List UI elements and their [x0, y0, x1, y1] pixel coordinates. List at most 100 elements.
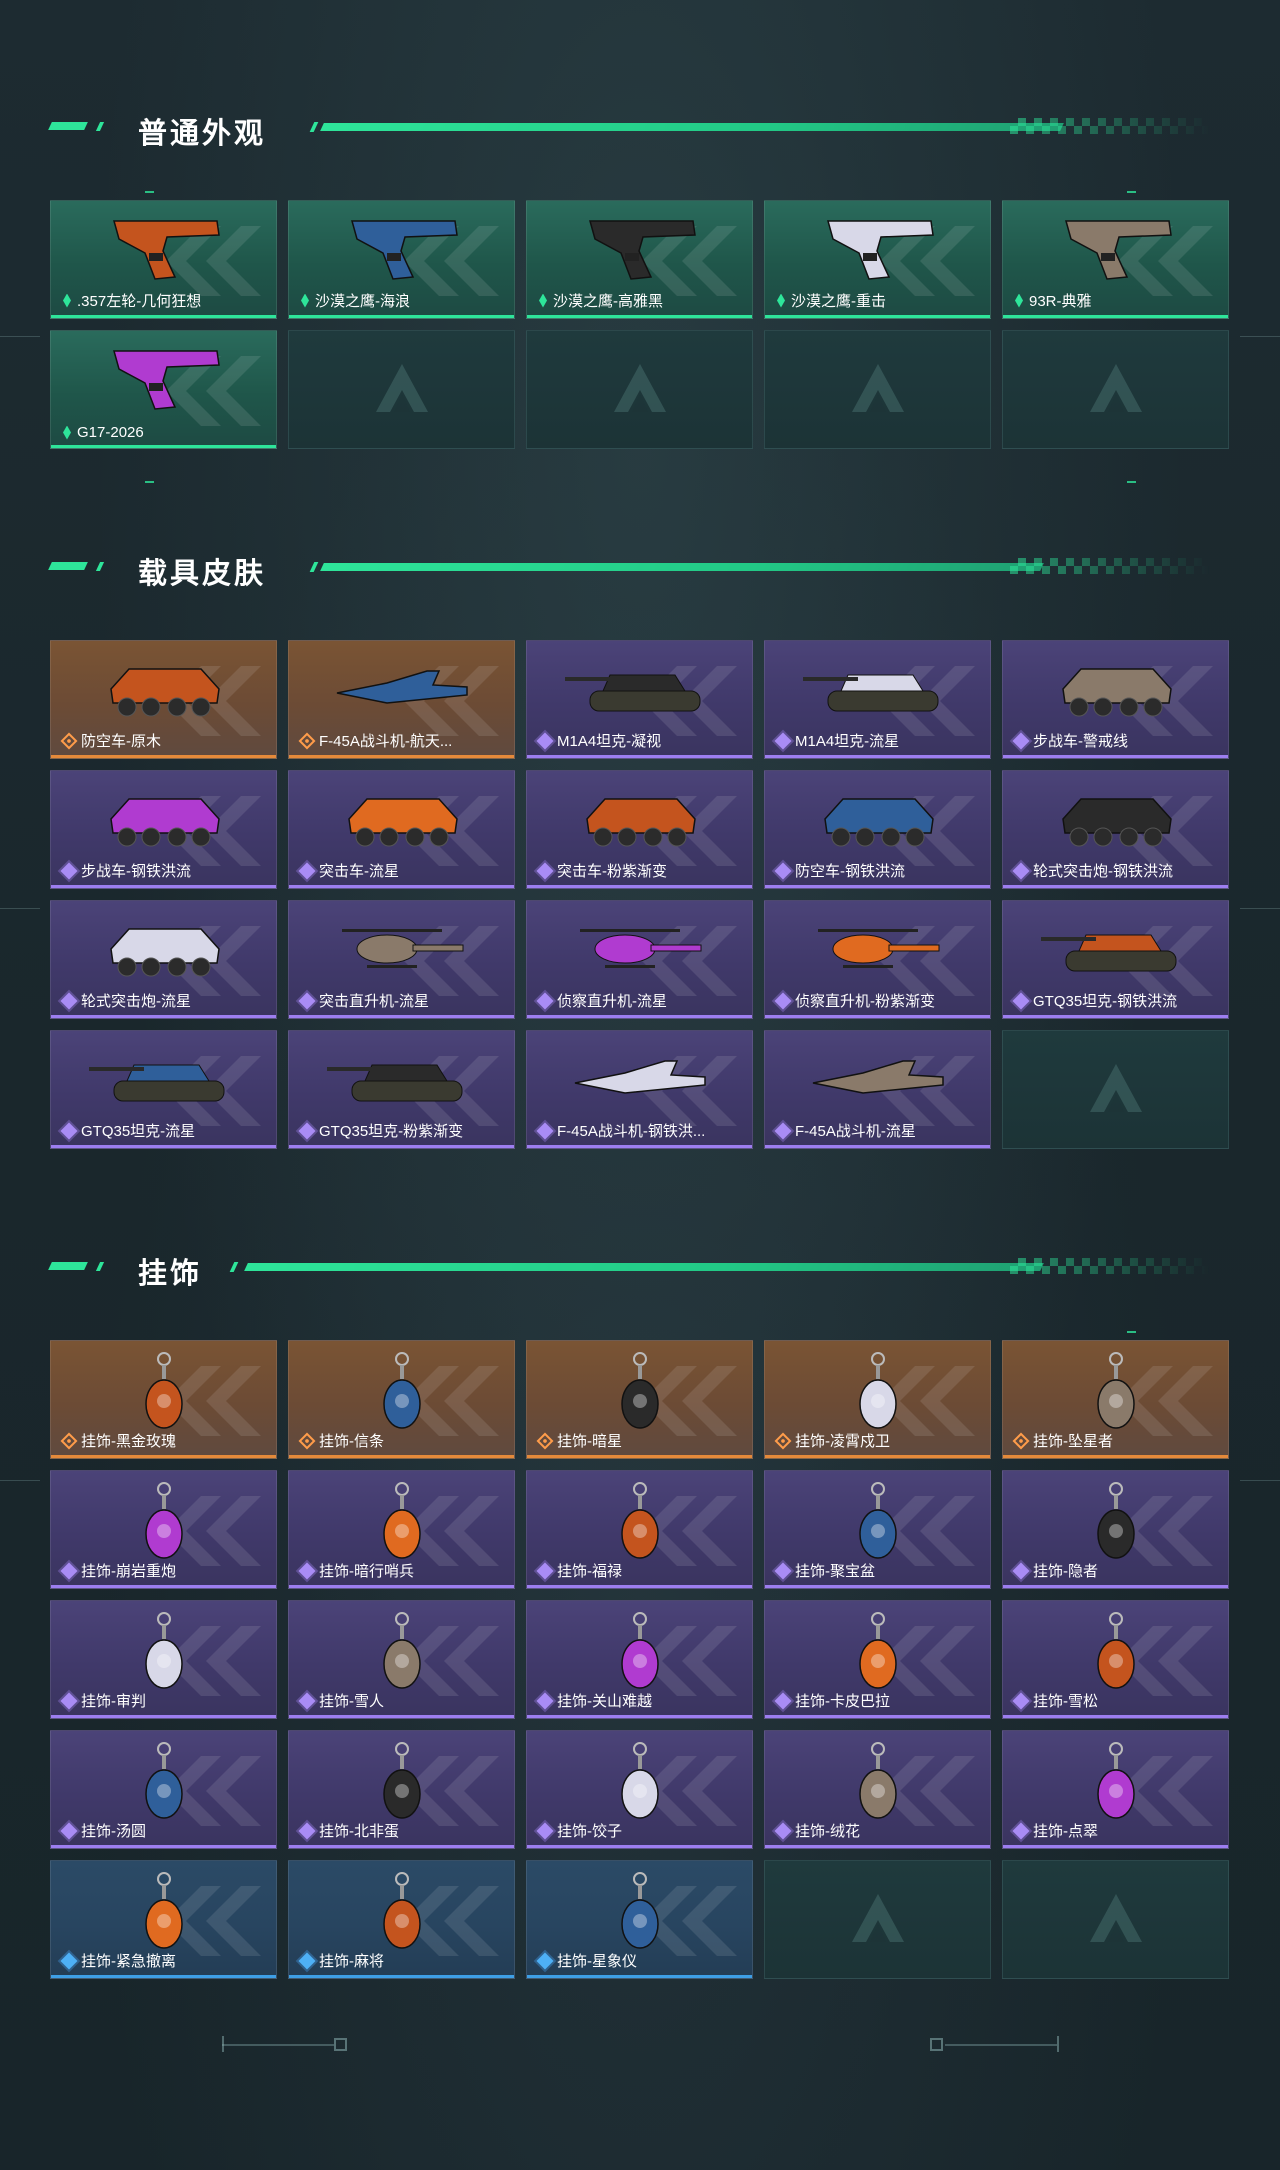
item-card[interactable]: 挂饰-审判 — [50, 1600, 277, 1719]
item-card[interactable]: GTQ35坦克-钢铁洪流 — [1002, 900, 1229, 1019]
item-card[interactable]: 沙漠之鹰-高雅黑 — [526, 200, 753, 319]
item-card[interactable]: 防空车-原木 — [50, 640, 277, 759]
item-card[interactable]: M1A4坦克-凝视 — [526, 640, 753, 759]
item-card[interactable]: 挂饰-饺子 — [526, 1730, 753, 1849]
item-name: 防空车-钢铁洪流 — [795, 863, 905, 880]
item-card[interactable]: 挂饰-麻将 — [288, 1860, 515, 1979]
rarity-gem-icon — [774, 862, 792, 879]
item-label: 挂饰-暗行哨兵 — [298, 1560, 414, 1581]
item-label: 挂饰-信条 — [298, 1430, 384, 1451]
item-card[interactable]: 轮式突击炮-钢铁洪流 — [1002, 770, 1229, 889]
item-card[interactable]: 挂饰-北非蛋 — [288, 1730, 515, 1849]
item-card[interactable]: 挂饰-星象仪 — [526, 1860, 753, 1979]
rarity-gem-icon — [774, 1822, 792, 1839]
item-card[interactable]: 挂饰-暗行哨兵 — [288, 1470, 515, 1589]
item-card[interactable]: F-45A战斗机-流星 — [764, 1030, 991, 1149]
rarity-gem-icon — [536, 1952, 554, 1969]
item-card[interactable]: 挂饰-暗星 — [526, 1340, 753, 1459]
item-label: 挂饰-星象仪 — [536, 1950, 637, 1971]
item-card[interactable]: 挂饰-雪松 — [1002, 1600, 1229, 1719]
jet-icon — [803, 1039, 953, 1119]
item-card[interactable]: F-45A战斗机-航天... — [288, 640, 515, 759]
item-card[interactable]: 侦察直升机-流星 — [526, 900, 753, 1019]
item-card[interactable]: 挂饰-凌霄戍卫 — [764, 1340, 991, 1459]
rarity-gem-icon — [774, 732, 792, 749]
item-name: 突击车-粉紫渐变 — [557, 863, 667, 880]
vehicle-skins-grid: 防空车-原木 F-45A战斗机-航天... M1A4坦克-凝视 M1A4坦克-流星 步战… — [50, 640, 1230, 1149]
rarity-gem-icon — [60, 1692, 78, 1709]
item-label: F-45A战斗机-流星 — [774, 1120, 916, 1141]
item-card[interactable]: 挂饰-卡皮巴拉 — [764, 1600, 991, 1719]
item-card[interactable]: F-45A战斗机-钢铁洪... — [526, 1030, 753, 1149]
item-label: 轮式突击炮-钢铁洪流 — [1012, 860, 1173, 881]
item-label: 步战车-钢铁洪流 — [60, 860, 191, 881]
rarity-gem-icon — [60, 1432, 78, 1449]
rarity-gem-icon — [536, 732, 554, 749]
item-label: 挂饰-聚宝盆 — [774, 1560, 875, 1581]
rarity-gem-icon — [1012, 1692, 1030, 1709]
item-card[interactable]: 挂饰-绒花 — [764, 1730, 991, 1849]
item-card[interactable]: 突击直升机-流星 — [288, 900, 515, 1019]
item-name: 挂饰-雪松 — [1033, 1693, 1098, 1710]
inventory-page: 普通外观 .357左轮-几何狂想 沙漠之鹰-海浪 沙漠之鹰-高雅黑 沙漠之鹰-重击 93… — [0, 0, 1280, 2170]
item-card[interactable]: 挂饰-关山难越 — [526, 1600, 753, 1719]
item-card[interactable]: 挂饰-点翠 — [1002, 1730, 1229, 1849]
game-logo-icon — [1086, 360, 1146, 420]
item-card[interactable]: 突击车-流星 — [288, 770, 515, 889]
item-card[interactable]: 挂饰-信条 — [288, 1340, 515, 1459]
item-name: 挂饰-北非蛋 — [319, 1823, 399, 1840]
item-name: 挂饰-关山难越 — [557, 1693, 652, 1710]
item-card[interactable]: 突击车-粉紫渐变 — [526, 770, 753, 889]
rarity-gem-icon — [774, 1562, 792, 1579]
item-card[interactable]: 挂饰-福禄 — [526, 1470, 753, 1589]
item-label: 挂饰-紧急撤离 — [60, 1950, 176, 1971]
item-card[interactable]: GTQ35坦克-粉紫渐变 — [288, 1030, 515, 1149]
item-name: 挂饰-凌霄戍卫 — [795, 1433, 890, 1450]
item-name: 轮式突击炮-钢铁洪流 — [1033, 863, 1173, 880]
item-card[interactable]: 挂饰-汤圆 — [50, 1730, 277, 1849]
item-card[interactable]: 挂饰-坠星者 — [1002, 1340, 1229, 1459]
armored-car-icon — [1041, 649, 1191, 729]
item-card[interactable]: GTQ35坦克-流星 — [50, 1030, 277, 1149]
item-name: 侦察直升机-粉紫渐变 — [795, 993, 935, 1010]
item-card[interactable]: 挂饰-紧急撤离 — [50, 1860, 277, 1979]
item-name: M1A4坦克-凝视 — [557, 733, 662, 750]
item-card[interactable]: 挂饰-崩岩重炮 — [50, 1470, 277, 1589]
item-name: 挂饰-黑金玫瑰 — [81, 1433, 176, 1450]
item-name: 侦察直升机-流星 — [557, 993, 667, 1010]
item-label: 防空车-原木 — [60, 730, 161, 751]
item-label: M1A4坦克-流星 — [774, 730, 899, 751]
item-card[interactable]: 沙漠之鹰-海浪 — [288, 200, 515, 319]
item-card[interactable]: 沙漠之鹰-重击 — [764, 200, 991, 319]
rarity-gem-icon — [298, 1692, 316, 1709]
item-card[interactable]: 挂饰-隐者 — [1002, 1470, 1229, 1589]
item-name: 沙漠之鹰-高雅黑 — [553, 293, 663, 310]
item-name: 挂饰-信条 — [319, 1433, 384, 1450]
armored-car-icon — [803, 779, 953, 859]
rarity-gem-icon — [774, 992, 792, 1009]
item-card[interactable]: 挂饰-聚宝盆 — [764, 1470, 991, 1589]
item-name: F-45A战斗机-航天... — [319, 733, 453, 750]
jet-icon — [327, 649, 477, 729]
armored-car-icon — [89, 649, 239, 729]
item-card[interactable]: 挂饰-雪人 — [288, 1600, 515, 1719]
item-card[interactable]: 防空车-钢铁洪流 — [764, 770, 991, 889]
item-card[interactable]: 轮式突击炮-流星 — [50, 900, 277, 1019]
item-card[interactable]: G17-2026 — [50, 330, 277, 449]
item-card[interactable]: .357左轮-几何狂想 — [50, 200, 277, 319]
game-logo-icon — [848, 360, 908, 420]
game-logo-icon — [1086, 1060, 1146, 1120]
item-name: 防空车-原木 — [81, 733, 161, 750]
item-card[interactable]: 步战车-警戒线 — [1002, 640, 1229, 759]
item-card[interactable]: 侦察直升机-粉紫渐变 — [764, 900, 991, 1019]
item-card[interactable]: 93R-典雅 — [1002, 200, 1229, 319]
item-card[interactable]: 步战车-钢铁洪流 — [50, 770, 277, 889]
item-name: 沙漠之鹰-海浪 — [315, 293, 410, 310]
section-header-normal: 普通外观 — [48, 110, 1210, 150]
item-name: 挂饰-点翠 — [1033, 1823, 1098, 1840]
item-name: 挂饰-饺子 — [557, 1823, 622, 1840]
rarity-gem-icon — [298, 992, 316, 1009]
item-card[interactable]: 挂饰-黑金玫瑰 — [50, 1340, 277, 1459]
rarity-gem-icon — [536, 862, 554, 879]
item-card[interactable]: M1A4坦克-流星 — [764, 640, 991, 759]
